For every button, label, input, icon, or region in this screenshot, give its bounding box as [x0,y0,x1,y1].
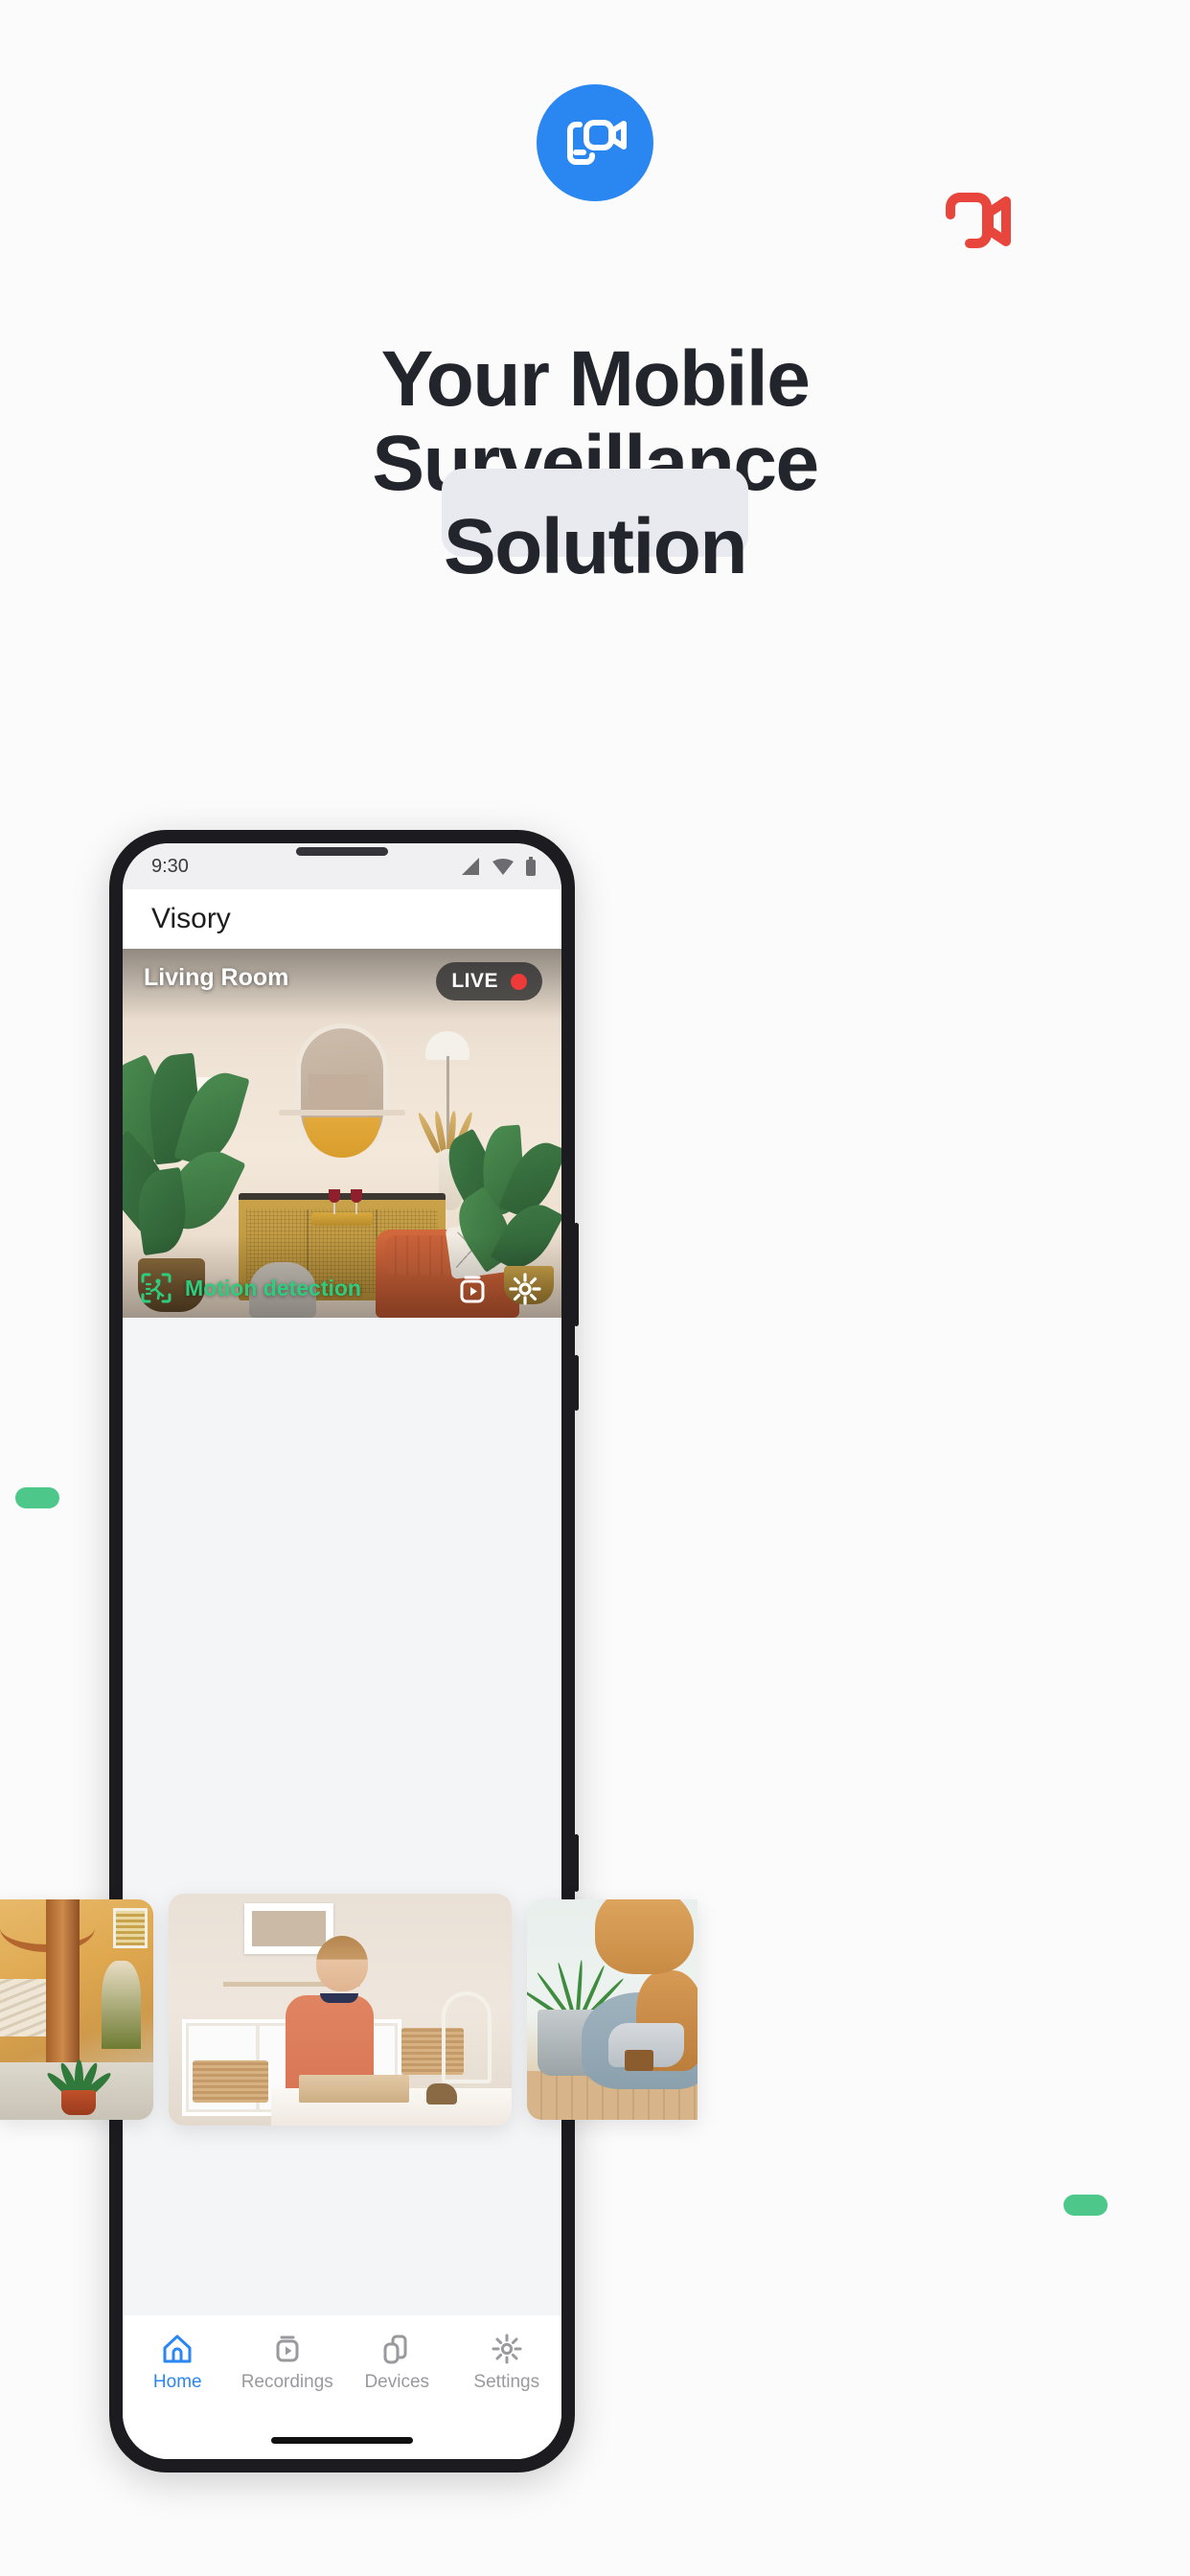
courtyard-scene [0,1899,153,2120]
pet-scene [527,1899,698,2120]
phone-screen: 9:30 Visory Living Room LIVE Motion dete… [123,843,561,2459]
live-camera-card[interactable]: Living Room LIVE Motion detection [123,949,561,1318]
home-icon [163,2334,192,2363]
camera-name-label: Living Room [144,964,289,991]
headline-line-1: Your Mobile [380,335,811,423]
app-bar: Visory [123,889,561,949]
decor-pill-left [15,1487,59,1508]
nav-item-recordings[interactable]: Recordings [235,2333,340,2393]
status-time: 9:30 [151,855,189,877]
playroom-thumbnail[interactable] [169,1894,512,2126]
hero-headline: Your Mobile Surveillance Solution [0,337,1190,589]
status-icons [460,857,537,876]
motion-detection-scan-icon [141,1273,172,1303]
wifi-icon [492,858,514,875]
motion-detection-status: Motion detection [140,1272,361,1304]
nav-item-settings[interactable]: Settings [454,2333,560,2393]
gear-icon [492,2334,522,2364]
nav-item-devices[interactable]: Devices [344,2333,449,2393]
phone-mockup: 9:30 Visory Living Room LIVE Motion dete… [0,830,698,2472]
nav-label-recordings: Recordings [240,2372,333,2392]
home-indicator [271,2437,413,2444]
camera-scene [123,949,561,1318]
cellular-signal-icon [462,857,479,875]
app-logo [537,84,653,201]
headline-line-3: Solution [444,503,747,591]
camera-thumbnail-row [0,1894,1190,2126]
recordings-icon [276,2335,299,2362]
nav-label-devices: Devices [364,2372,430,2392]
live-badge-label: LIVE [451,970,498,992]
video-camera-outline-icon [946,193,1011,248]
decor-pill-right [1064,2195,1108,2216]
recordings-icon[interactable] [456,1273,489,1305]
motion-detection-label: Motion detection [185,1275,361,1300]
phone-side-button-power[interactable] [574,1834,579,1892]
nav-label-settings: Settings [473,2372,540,2392]
bottom-nav-area: Home Recordings Devices Settings [123,2315,561,2459]
app-title: Visory [151,903,231,934]
playroom-scene [169,1894,512,2126]
devices-icon [383,2334,407,2364]
battery-icon [526,857,536,876]
live-status-badge: LIVE [436,962,542,1000]
gear-icon[interactable] [508,1272,542,1306]
bottom-navigation: Home Recordings Devices Settings [123,2315,561,2430]
accent-camera-mark [943,188,1018,257]
nav-label-home: Home [152,2372,202,2392]
camera-list-area[interactable] [123,1318,561,2315]
phone-side-button-volume-down[interactable] [574,1355,579,1411]
video-camera-logo-icon [567,120,627,165]
pet-thumbnail[interactable] [527,1899,698,2120]
phone-side-button-volume-up[interactable] [574,1223,579,1326]
courtyard-thumbnail[interactable] [0,1899,153,2120]
camera-actions [456,1272,542,1306]
nav-item-home[interactable]: Home [125,2333,230,2393]
live-recording-dot [511,973,527,990]
headline-line-3-wrap: Solution [0,469,1190,591]
phone-speaker-notch [296,847,388,856]
